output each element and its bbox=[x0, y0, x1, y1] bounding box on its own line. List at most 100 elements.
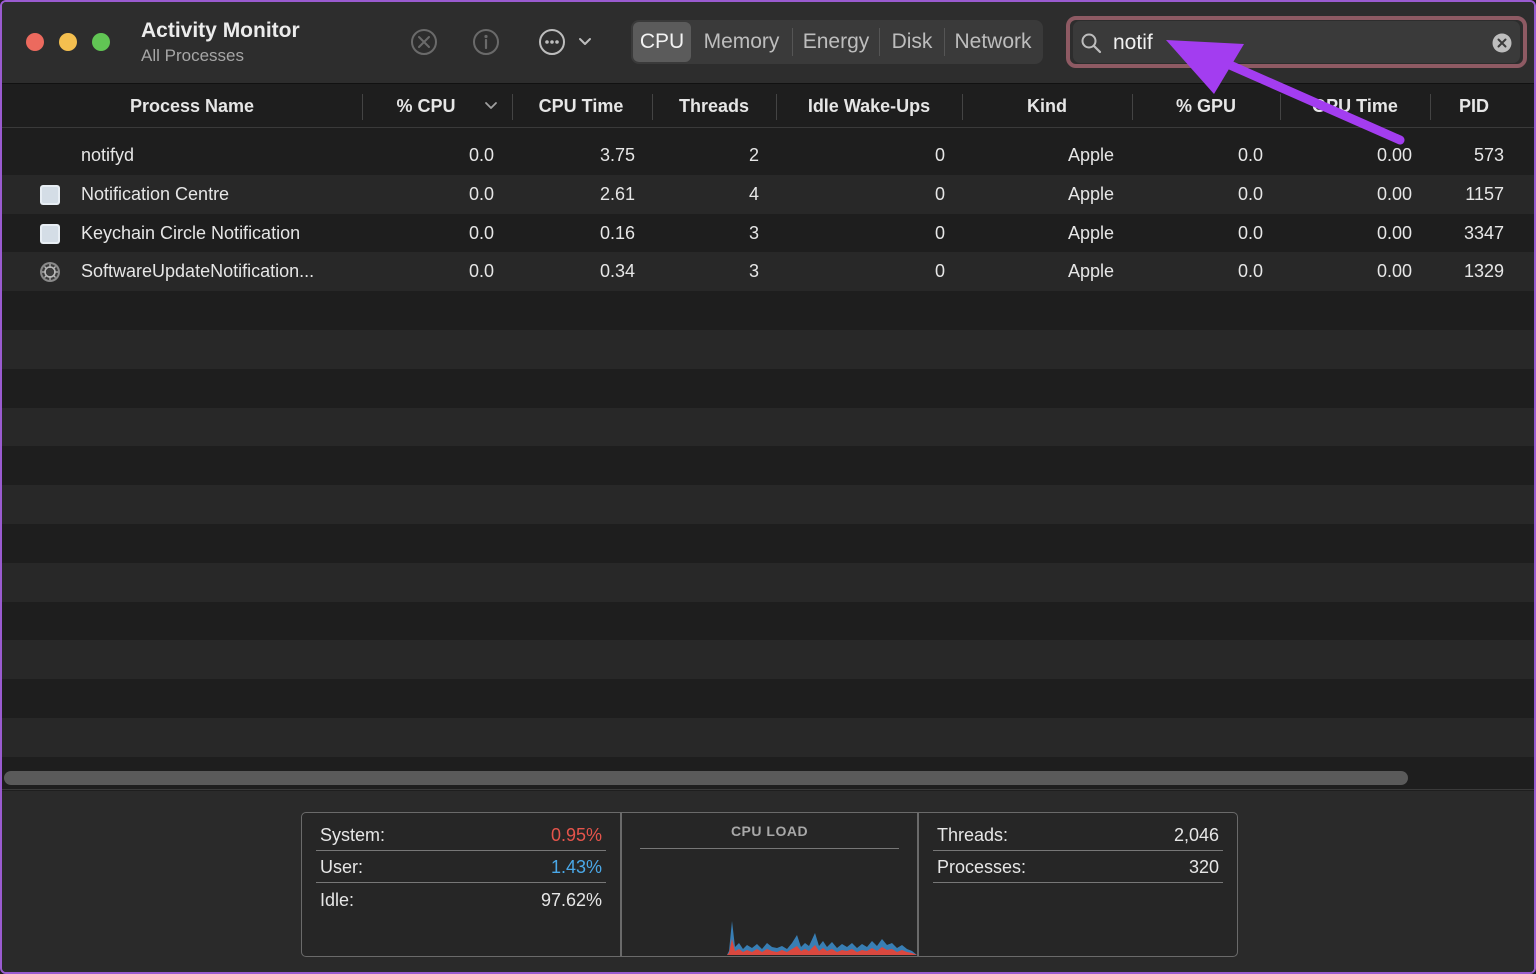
column-cpu-percent[interactable]: % CPU bbox=[382, 84, 470, 128]
column-divider[interactable] bbox=[652, 94, 653, 120]
system-value: 0.95% bbox=[550, 825, 602, 845]
column-divider[interactable] bbox=[512, 94, 513, 120]
sort-descending-icon[interactable] bbox=[484, 100, 498, 112]
column-divider[interactable] bbox=[962, 94, 963, 120]
column-divider[interactable] bbox=[1430, 94, 1431, 120]
threads-cell: 4 bbox=[748, 183, 759, 204]
horizontal-scrollbar[interactable] bbox=[4, 771, 1408, 785]
idle-stat: Idle: 97.62% bbox=[316, 884, 606, 916]
idle-label: Idle: bbox=[320, 890, 355, 910]
empty-row bbox=[2, 368, 1534, 408]
threads-cell: 3 bbox=[748, 222, 759, 243]
user-stat: User: 1.43% bbox=[316, 851, 606, 883]
column-cpu-time[interactable]: CPU Time bbox=[516, 84, 646, 128]
activity-monitor-window: Activity Monitor All Processes CPU Memor… bbox=[0, 0, 1536, 974]
cpu-percent-cell: 0.0 bbox=[468, 222, 494, 243]
column-threads[interactable]: Threads bbox=[656, 84, 772, 128]
idle-wakeups-cell: 0 bbox=[934, 145, 945, 165]
tab-memory[interactable]: Memory bbox=[691, 22, 792, 62]
kind-cell: Apple bbox=[1067, 145, 1114, 165]
stop-process-icon[interactable] bbox=[410, 28, 438, 56]
idle-wakeups-cell: 0 bbox=[934, 222, 945, 243]
process-table: notifyd 0.0 3.75 2 0 Apple 0.0 0.00 573 … bbox=[2, 136, 1534, 757]
empty-row bbox=[2, 601, 1534, 641]
cpu-load-graph-panel: CPU LOAD bbox=[622, 813, 917, 956]
cpu-percent-cell: 0.0 bbox=[468, 183, 494, 204]
empty-row bbox=[2, 679, 1534, 718]
kind-cell: Apple bbox=[1067, 261, 1114, 282]
system-stat: System: 0.95% bbox=[316, 819, 606, 851]
close-window-button[interactable] bbox=[26, 33, 44, 51]
empty-row bbox=[2, 407, 1534, 447]
column-kind[interactable]: Kind bbox=[966, 84, 1128, 128]
cpu-time-cell: 2.61 bbox=[599, 183, 635, 204]
column-process-name[interactable]: Process Name bbox=[42, 84, 342, 128]
app-title: Activity Monitor bbox=[141, 19, 300, 42]
gpu-time-cell: 0.00 bbox=[1376, 183, 1412, 204]
empty-row bbox=[2, 640, 1534, 680]
tab-cpu[interactable]: CPU bbox=[633, 22, 691, 62]
view-subtitle[interactable]: All Processes bbox=[141, 46, 244, 66]
column-header-row: Process Name % CPU CPU Time Threads Idle… bbox=[2, 84, 1534, 128]
empty-row bbox=[2, 562, 1534, 602]
column-divider[interactable] bbox=[1280, 94, 1281, 120]
info-icon[interactable] bbox=[472, 28, 500, 56]
table-row[interactable]: Keychain Circle Notification 0.0 0.16 3 … bbox=[2, 213, 1534, 253]
column-idle-wakeups[interactable]: Idle Wake-Ups bbox=[780, 84, 958, 128]
minimize-window-button[interactable] bbox=[59, 33, 77, 51]
column-divider[interactable] bbox=[362, 94, 363, 120]
tab-energy[interactable]: Energy bbox=[793, 22, 879, 62]
idle-value: 97.62% bbox=[540, 890, 602, 910]
gpu-percent-cell: 0.0 bbox=[1237, 183, 1263, 204]
search-input[interactable]: notif bbox=[1113, 31, 1153, 55]
cpu-usage-stats: System: 0.95% User: 1.43% Idle: 97.62% bbox=[302, 813, 620, 956]
tab-network[interactable]: Network bbox=[945, 22, 1041, 62]
column-pid[interactable]: PID bbox=[1434, 84, 1514, 128]
empty-row bbox=[2, 717, 1534, 757]
toolbar: Activity Monitor All Processes CPU Memor… bbox=[2, 2, 1534, 84]
empty-row bbox=[2, 485, 1534, 524]
threads-cell: 3 bbox=[748, 261, 759, 282]
cpu-load-title: CPU LOAD bbox=[730, 823, 809, 839]
table-row[interactable]: SoftwareUpdateNotification... 0.0 0.34 3… bbox=[2, 252, 1534, 292]
cpu-percent-cell: 0.0 bbox=[468, 145, 494, 165]
tab-bar: CPU Memory Energy Disk Network bbox=[631, 20, 1043, 64]
tab-disk[interactable]: Disk bbox=[880, 22, 944, 62]
table-row[interactable]: notifyd 0.0 3.75 2 0 Apple 0.0 0.00 573 bbox=[2, 136, 1534, 175]
user-value: 1.43% bbox=[550, 857, 602, 877]
pid-cell: 573 bbox=[1473, 145, 1504, 165]
empty-row bbox=[2, 446, 1534, 486]
column-gpu-percent[interactable]: % GPU bbox=[1136, 84, 1276, 128]
empty-row bbox=[2, 523, 1534, 563]
processes-value: 320 bbox=[1188, 857, 1219, 877]
column-divider[interactable] bbox=[776, 94, 777, 120]
app-window-icon bbox=[40, 184, 60, 205]
more-options-icon[interactable] bbox=[538, 28, 566, 56]
empty-row bbox=[2, 291, 1534, 330]
maximize-window-button[interactable] bbox=[92, 33, 110, 51]
cpu-time-cell: 3.75 bbox=[599, 145, 635, 165]
idle-wakeups-cell: 0 bbox=[934, 183, 945, 204]
settings-gear-icon bbox=[40, 262, 60, 283]
chevron-down-icon[interactable] bbox=[577, 35, 593, 49]
gpu-percent-cell: 0.0 bbox=[1237, 145, 1263, 165]
gpu-time-cell: 0.00 bbox=[1376, 222, 1412, 243]
pid-cell: 3347 bbox=[1463, 222, 1504, 243]
column-gpu-time[interactable]: GPU Time bbox=[1284, 84, 1426, 128]
idle-wakeups-cell: 0 bbox=[934, 261, 945, 282]
gpu-percent-cell: 0.0 bbox=[1237, 222, 1263, 243]
pid-cell: 1157 bbox=[1465, 183, 1504, 204]
table-row[interactable]: Notification Centre 0.0 2.61 4 0 Apple 0… bbox=[2, 174, 1534, 214]
process-name: SoftwareUpdateNotification... bbox=[81, 261, 315, 282]
threads-stat: Threads: 2,046 bbox=[933, 819, 1223, 851]
clear-search-icon[interactable] bbox=[1491, 32, 1513, 54]
cpu-time-cell: 0.34 bbox=[599, 261, 635, 282]
gpu-time-cell: 0.00 bbox=[1376, 145, 1412, 165]
processes-label: Processes: bbox=[937, 857, 1027, 877]
empty-row bbox=[2, 329, 1534, 369]
column-divider[interactable] bbox=[1132, 94, 1133, 120]
gpu-percent-cell: 0.0 bbox=[1237, 261, 1263, 282]
threads-cell: 2 bbox=[748, 145, 759, 165]
system-label: System: bbox=[320, 825, 386, 845]
process-name: Keychain Circle Notification bbox=[81, 222, 301, 243]
